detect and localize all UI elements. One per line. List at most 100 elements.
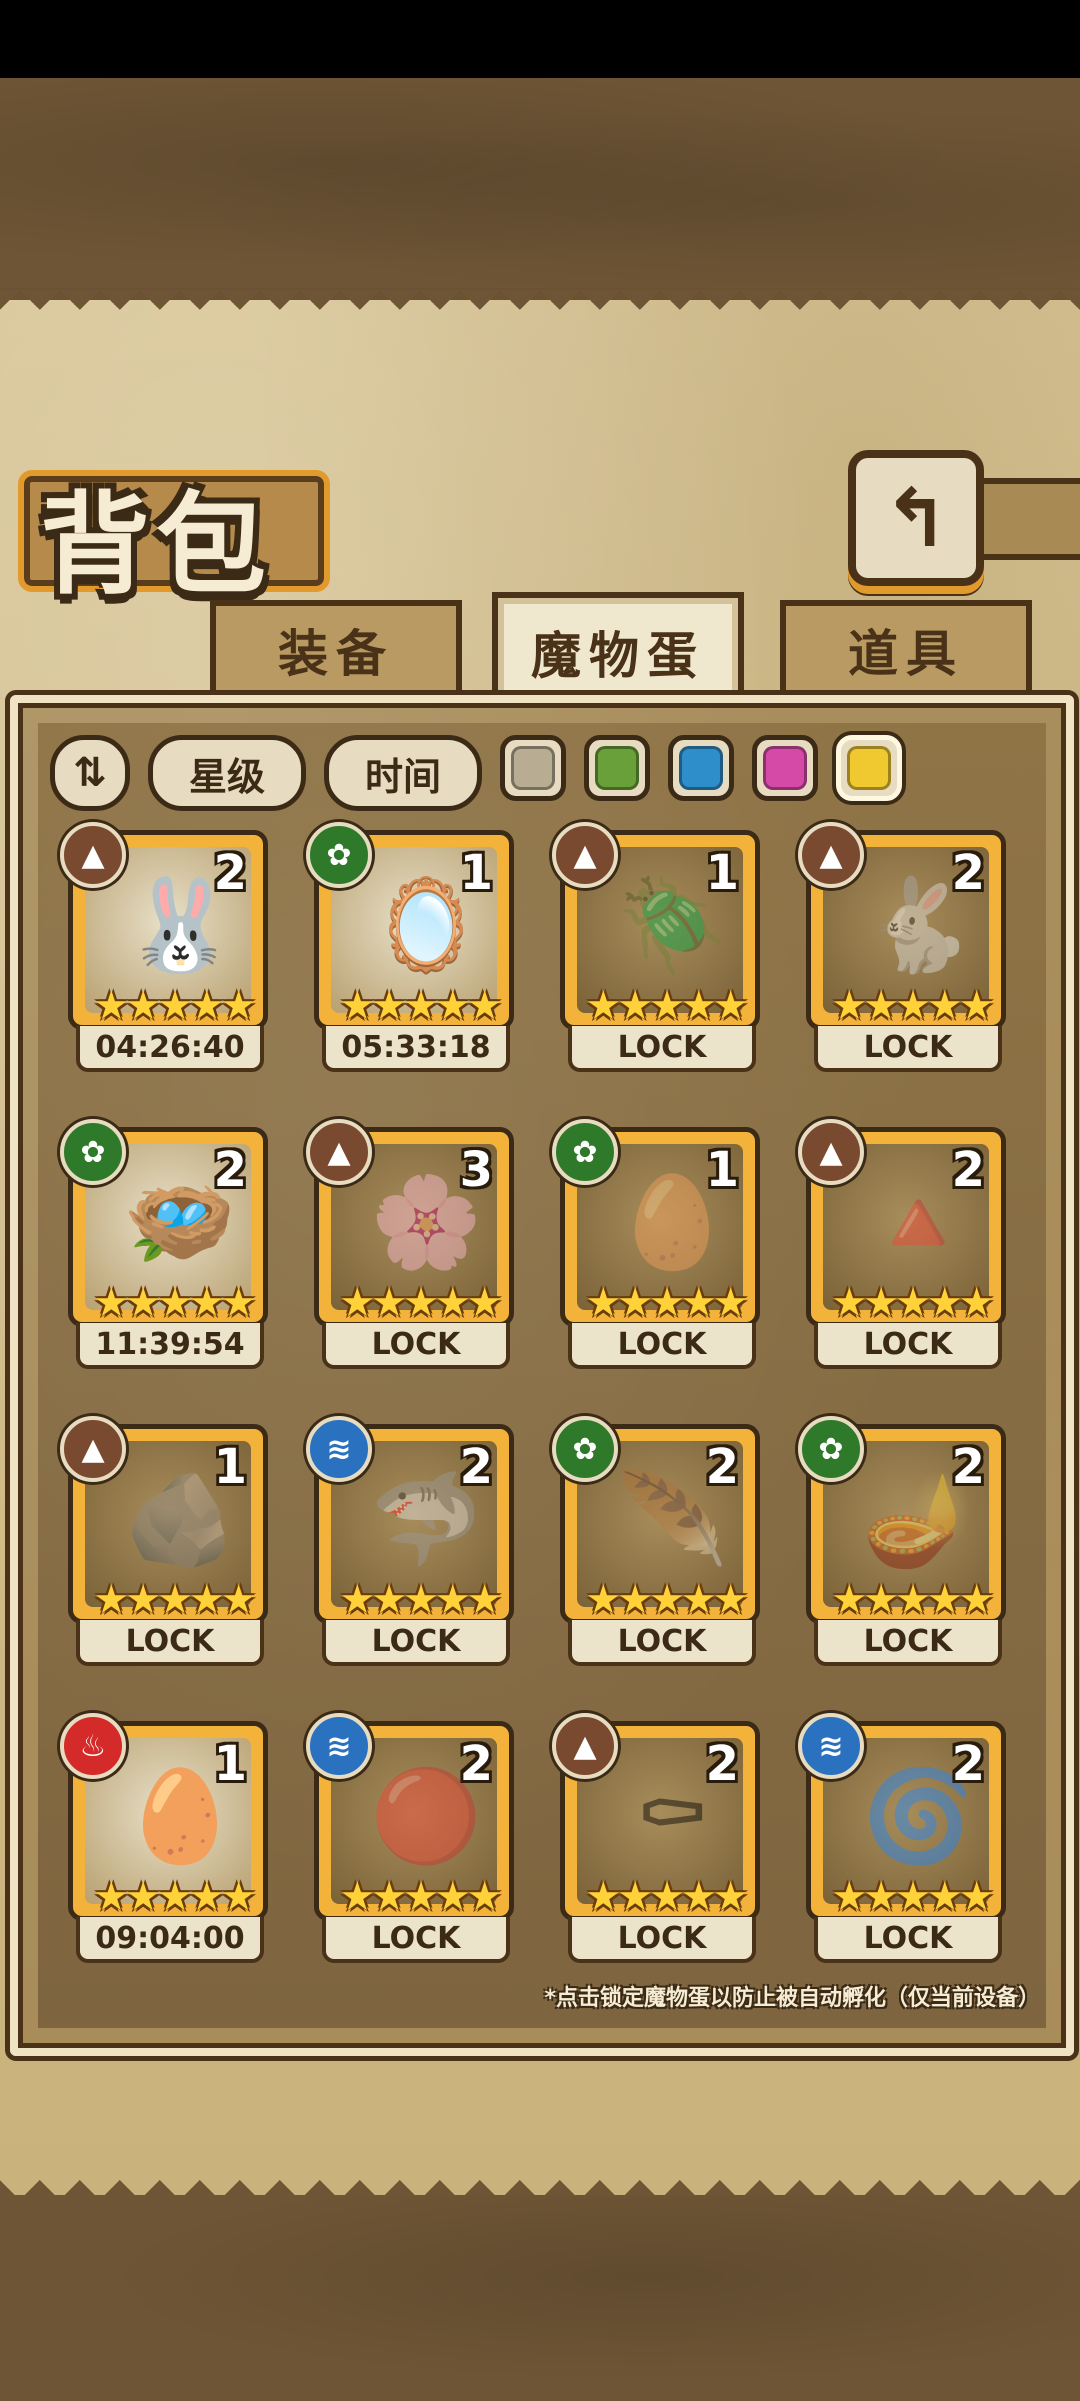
green-swatch-icon: [595, 746, 639, 790]
egg-slot[interactable]: 🪶 2 ★★★★★ ✿ LOCK: [552, 1416, 764, 1674]
parchment-edge-top: [0, 290, 1080, 330]
egg-slot[interactable]: 🪺 2 ★★★★★ ✿ 11:39:54: [60, 1119, 272, 1377]
tab-monster-eggs[interactable]: 魔物蛋: [492, 592, 744, 706]
filter-blue-button[interactable]: [668, 735, 734, 801]
egg-slot[interactable]: 🐇 2 ★★★★★ ▲ LOCK: [798, 822, 1010, 1080]
sort-icon: ⇅: [73, 750, 107, 796]
tab-items[interactable]: 道具: [780, 600, 1032, 694]
sort-by-time-button[interactable]: 时间: [324, 735, 482, 811]
egg-count: 2: [213, 845, 247, 901]
element-earth-icon: ▲: [60, 822, 126, 888]
star-rating: ★★★★★: [831, 1874, 994, 1920]
star-rating: ★★★★★: [93, 1577, 256, 1623]
egg-count: 2: [951, 1736, 985, 1792]
egg-slot[interactable]: 🌸 3 ★★★★★ ▲ LOCK: [306, 1119, 518, 1377]
star-rating: ★★★★★: [339, 983, 502, 1029]
lock-button[interactable]: LOCK: [322, 1917, 510, 1963]
element-earth-icon: ▲: [798, 1119, 864, 1185]
egg-slot[interactable]: 🪲 1 ★★★★★ ▲ LOCK: [552, 822, 764, 1080]
filter-gray-button[interactable]: [500, 735, 566, 801]
element-water-icon: ≋: [306, 1713, 372, 1779]
star-rating: ★★★★★: [339, 1874, 502, 1920]
egg-slot[interactable]: 🥚 1 ★★★★★ ♨ 09:04:00: [60, 1713, 272, 1971]
element-earth-icon: ▲: [552, 822, 618, 888]
element-water-icon: ≋: [306, 1416, 372, 1482]
lock-button[interactable]: LOCK: [322, 1620, 510, 1666]
egg-count: 1: [705, 845, 739, 901]
element-earth-icon: ▲: [798, 822, 864, 888]
element-earth-icon: ▲: [60, 1416, 126, 1482]
hatch-timer[interactable]: 09:04:00: [76, 1917, 264, 1963]
element-wood-icon: ✿: [306, 822, 372, 888]
yellow-swatch-icon: [847, 746, 891, 790]
filter-bar: ⇅ 星级 时间: [50, 735, 902, 811]
lock-button[interactable]: LOCK: [568, 1917, 756, 1963]
element-wood-icon: ✿: [60, 1119, 126, 1185]
egg-count: 2: [951, 1439, 985, 1495]
lock-button[interactable]: LOCK: [568, 1026, 756, 1072]
hatch-timer[interactable]: 04:26:40: [76, 1026, 264, 1072]
gray-swatch-icon: [511, 746, 555, 790]
lock-button[interactable]: LOCK: [322, 1323, 510, 1369]
hatch-timer[interactable]: 11:39:54: [76, 1323, 264, 1369]
sort-by-star-button[interactable]: 星级: [148, 735, 306, 811]
tab-equipment[interactable]: 装备: [210, 600, 462, 694]
egg-slot[interactable]: 🔴 2 ★★★★★ ≋ LOCK: [306, 1713, 518, 1971]
pink-swatch-icon: [763, 746, 807, 790]
egg-slot[interactable]: 🪞 1 ★★★★★ ✿ 05:33:18: [306, 822, 518, 1080]
filter-yellow-button[interactable]: [836, 735, 902, 801]
lock-button[interactable]: LOCK: [814, 1917, 1002, 1963]
element-wood-icon: ✿: [798, 1416, 864, 1482]
star-rating: ★★★★★: [831, 983, 994, 1029]
blue-swatch-icon: [679, 746, 723, 790]
egg-count: 1: [459, 845, 493, 901]
back-rail: [968, 478, 1080, 560]
element-wood-icon: ✿: [552, 1416, 618, 1482]
egg-count: 2: [951, 1142, 985, 1198]
egg-slot[interactable]: ⚰ 2 ★★★★★ ▲ LOCK: [552, 1713, 764, 1971]
element-water-icon: ≋: [798, 1713, 864, 1779]
map-background-top: [0, 78, 1080, 288]
lock-button[interactable]: LOCK: [814, 1323, 1002, 1369]
back-button[interactable]: ↰: [848, 450, 984, 586]
egg-slot[interactable]: 🐰 2 ★★★★★ ▲ 04:26:40: [60, 822, 272, 1080]
egg-count: 2: [459, 1736, 493, 1792]
star-rating: ★★★★★: [93, 1280, 256, 1326]
egg-slot[interactable]: 🌀 2 ★★★★★ ≋ LOCK: [798, 1713, 1010, 1971]
egg-count: 1: [213, 1736, 247, 1792]
lock-button[interactable]: LOCK: [814, 1026, 1002, 1072]
star-rating: ★★★★★: [339, 1577, 502, 1623]
page-title: 背包: [40, 481, 272, 609]
back-arrow-icon: ↰: [882, 471, 950, 565]
map-background-bottom: [0, 2195, 1080, 2401]
egg-slot[interactable]: 🪔 2 ★★★★★ ✿ LOCK: [798, 1416, 1010, 1674]
egg-slot[interactable]: 🥚 1 ★★★★★ ✿ LOCK: [552, 1119, 764, 1377]
filter-green-button[interactable]: [584, 735, 650, 801]
element-earth-icon: ▲: [552, 1713, 618, 1779]
egg-count: 1: [705, 1142, 739, 1198]
lock-button[interactable]: LOCK: [76, 1620, 264, 1666]
star-rating: ★★★★★: [585, 1874, 748, 1920]
star-rating: ★★★★★: [585, 1280, 748, 1326]
egg-count: 2: [951, 845, 985, 901]
star-rating: ★★★★★: [339, 1280, 502, 1326]
star-rating: ★★★★★: [585, 983, 748, 1029]
egg-slot[interactable]: 🪨 1 ★★★★★ ▲ LOCK: [60, 1416, 272, 1674]
star-rating: ★★★★★: [831, 1577, 994, 1623]
egg-slot[interactable]: 🔺 2 ★★★★★ ▲ LOCK: [798, 1119, 1010, 1377]
element-fire-icon: ♨: [60, 1713, 126, 1779]
star-rating: ★★★★★: [831, 1280, 994, 1326]
element-earth-icon: ▲: [306, 1119, 372, 1185]
lock-footnote: *点击锁定魔物蛋以防止被自动孵化（仅当前设备）: [544, 1986, 1040, 2011]
hatch-timer[interactable]: 05:33:18: [322, 1026, 510, 1072]
egg-count: 2: [459, 1439, 493, 1495]
lock-button[interactable]: LOCK: [814, 1620, 1002, 1666]
egg-slot[interactable]: 🦈 2 ★★★★★ ≋ LOCK: [306, 1416, 518, 1674]
filter-pink-button[interactable]: [752, 735, 818, 801]
egg-count: 2: [213, 1142, 247, 1198]
lock-button[interactable]: LOCK: [568, 1323, 756, 1369]
lock-button[interactable]: LOCK: [568, 1620, 756, 1666]
sort-order-button[interactable]: ⇅: [50, 735, 130, 811]
parchment-edge-bottom: [0, 2160, 1080, 2200]
egg-count: 2: [705, 1736, 739, 1792]
